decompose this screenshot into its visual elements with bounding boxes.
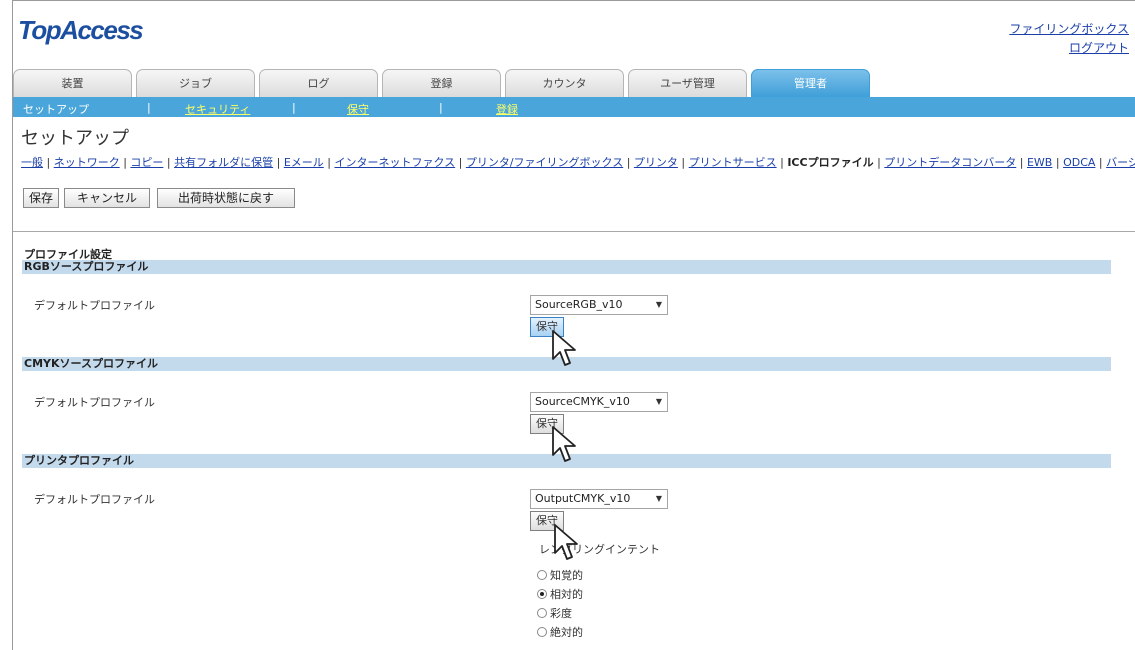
subnav-separator: | [147,101,151,114]
chevron-down-icon: ▼ [655,397,662,406]
tab-counter[interactable]: カウンタ [505,69,624,97]
radio-circle-icon [537,570,547,580]
rgb-maintenance-button[interactable]: 保守 [530,317,564,337]
topaccess-logo: TopAccess [18,15,144,45]
link-save-shared-folder[interactable]: 共有フォルダに保管 [174,156,273,169]
radio-label: 知覚的 [550,569,583,582]
cmyk-default-profile-select[interactable]: SourceCMYK_v10 ▼ [530,392,668,412]
rgb-default-profile-label: デフォルトプロファイル [34,299,155,312]
link-print-service[interactable]: プリントサービス [689,156,777,169]
page-title: セットアップ [21,128,129,149]
divider [13,231,1135,232]
link-odca[interactable]: ODCA [1063,156,1095,169]
radio-relative[interactable]: 相対的 [537,586,583,602]
link-printer[interactable]: プリンタ [634,156,678,169]
rgb-source-profile-band: RGBソースプロファイル [22,260,1111,274]
link-icc-profile-current: ICCプロファイル [787,156,874,169]
link-ewb[interactable]: EWB [1027,156,1052,169]
printer-select-value: OutputCMYK_v10 [535,492,631,505]
link-email[interactable]: Eメール [284,156,324,169]
reset-to-factory-button[interactable]: 出荷時状態に戻す [157,188,295,208]
subnav-registration[interactable]: 登録 [496,101,518,117]
printer-default-profile-label: デフォルトプロファイル [34,493,155,506]
cmyk-source-profile-band: CMYKソースプロファイル [22,357,1111,371]
save-button[interactable]: 保存 [23,188,59,208]
setup-category-links: 一般 | ネットワーク | コピー | 共有フォルダに保管 | Eメール | イ… [21,154,1135,170]
logout-link[interactable]: ログアウト [1069,39,1129,56]
tab-job[interactable]: ジョブ [136,69,255,97]
link-network[interactable]: ネットワーク [54,156,120,169]
rgb-default-profile-select[interactable]: SourceRGB_v10 ▼ [530,295,668,315]
tab-user-management[interactable]: ユーザ管理 [628,69,747,97]
sub-navigation: セットアップ | セキュリティ | 保守 | 登録 [13,97,1135,117]
link-general[interactable]: 一般 [21,156,43,169]
radio-perceptual[interactable]: 知覚的 [537,567,583,583]
chevron-down-icon: ▼ [655,300,662,309]
rgb-select-value: SourceRGB_v10 [535,298,623,311]
cmyk-select-value: SourceCMYK_v10 [535,395,630,408]
link-version[interactable]: バージョン [1106,156,1135,169]
radio-label: 相対的 [550,588,583,601]
radio-label: 絶対的 [550,626,583,639]
link-internet-fax[interactable]: インターネットファクス [334,156,455,169]
radio-absolute[interactable]: 絶対的 [537,624,583,640]
radio-selected-icon [537,589,547,599]
tab-device[interactable]: 装置 [13,69,132,97]
radio-circle-icon [537,608,547,618]
subnav-setup[interactable]: セットアップ [23,101,89,117]
cmyk-maintenance-button[interactable]: 保守 [530,414,564,434]
tab-log[interactable]: ログ [259,69,378,97]
tab-registration[interactable]: 登録 [382,69,501,97]
link-copy[interactable]: コピー [130,156,163,169]
subnav-maintenance[interactable]: 保守 [347,101,369,117]
printer-profile-band: プリンタプロファイル [22,454,1111,468]
chevron-down-icon: ▼ [655,494,662,503]
link-print-data-converter[interactable]: プリントデータコンバータ [884,156,1016,169]
subnav-security[interactable]: セキュリティ [185,101,250,117]
radio-saturation[interactable]: 彩度 [537,605,572,621]
printer-default-profile-select[interactable]: OutputCMYK_v10 ▼ [530,489,668,509]
link-printer-filing-box[interactable]: プリンタ/ファイリングボックス [466,156,623,169]
subnav-separator: | [292,101,296,114]
cmyk-default-profile-label: デフォルトプロファイル [34,396,155,409]
radio-label: 彩度 [550,607,572,620]
radio-circle-icon [537,627,547,637]
filing-box-link[interactable]: ファイリングボックス [1009,20,1129,37]
rendering-intent-label: レンダリングインテント [539,543,660,556]
printer-maintenance-button[interactable]: 保守 [530,511,564,531]
tab-administrator[interactable]: 管理者 [751,69,870,97]
cancel-button[interactable]: キャンセル [64,188,150,208]
topaccess-window: TopAccess ファイリングボックス ログアウト 装置 ジョブ ログ 登録 … [12,0,1135,650]
subnav-separator: | [439,101,443,114]
